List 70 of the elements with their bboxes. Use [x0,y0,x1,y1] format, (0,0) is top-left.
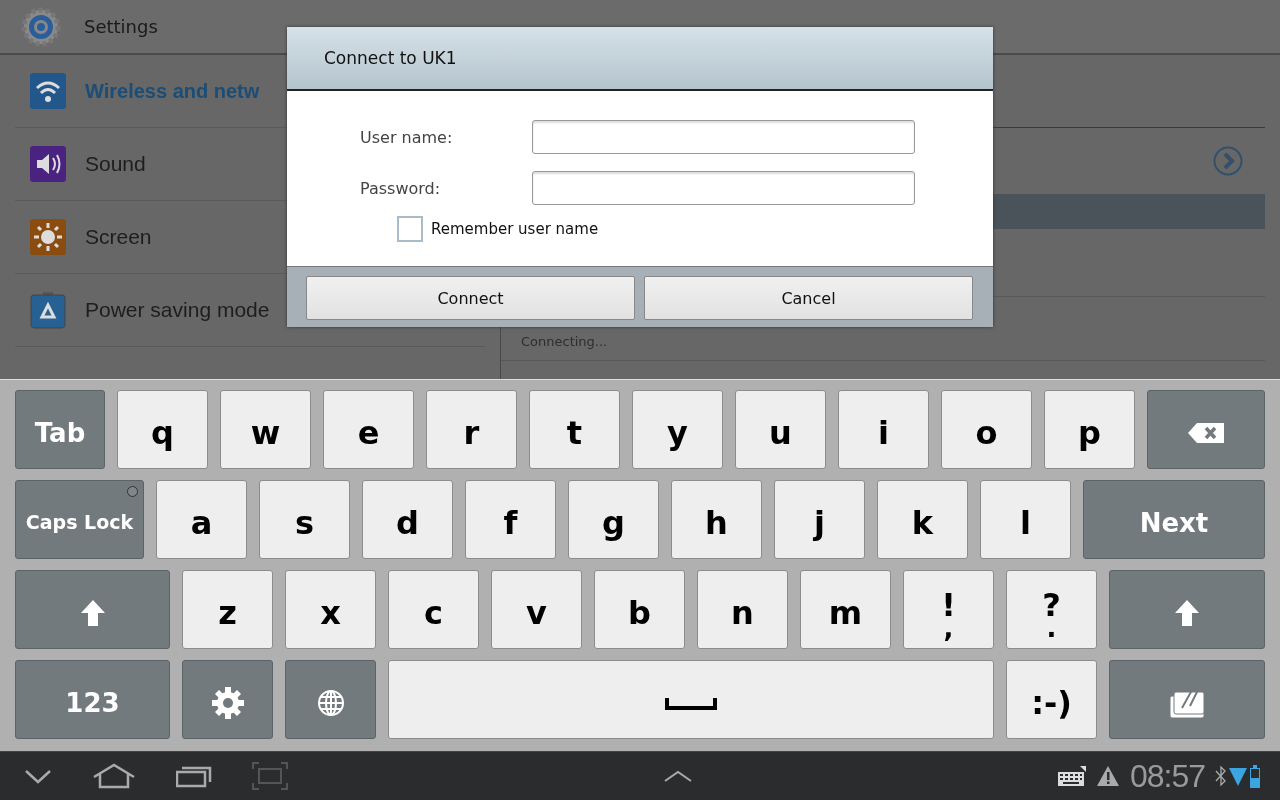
key[interactable]: g [568,480,659,559]
bluetooth-icon [1215,765,1226,787]
wifi-signal-icon [1229,766,1247,786]
home-icon[interactable] [92,763,136,789]
key[interactable]: Tab [15,390,105,469]
key[interactable]: r [426,390,517,469]
key[interactable]: n [697,570,788,649]
shift-arrow-icon [79,598,106,627]
space-bar-icon [665,695,717,710]
key[interactable]: Caps Lock [15,480,144,559]
key[interactable]: 123 [15,660,170,739]
shift-key[interactable] [1109,570,1265,649]
backspace-icon [1186,420,1226,445]
chevron-down-icon[interactable] [24,768,52,784]
key[interactable]: c [388,570,479,649]
settings-key[interactable] [182,660,273,739]
dialog-button[interactable]: Connect [306,276,635,320]
field-label: Password: [360,178,442,198]
key[interactable]: ? . [1006,570,1097,649]
key[interactable]: Next [1083,480,1265,559]
wifi-icon [29,72,67,110]
key[interactable]: k [877,480,968,559]
key[interactable]: o [941,390,1032,469]
field-label: User name: [360,127,454,147]
keyboard-icon[interactable] [1057,766,1086,786]
status-text: Connecting... [521,334,608,349]
caret-up-icon[interactable] [662,769,693,783]
gear-icon [20,5,62,48]
key[interactable]: y [632,390,723,469]
app-title: Settings [84,16,158,37]
key[interactable]: p [1044,390,1135,469]
backspace-key[interactable] [1147,390,1265,469]
key[interactable]: u [735,390,826,469]
key[interactable]: f [465,480,556,559]
checkbox[interactable] [397,216,423,242]
recent-apps-icon[interactable] [176,764,212,788]
key[interactable]: z [182,570,273,649]
space-key[interactable] [388,660,994,739]
battery-icon [1250,764,1260,788]
key[interactable]: b [594,570,685,649]
gear-icon [210,685,245,720]
clipboard-key[interactable] [1109,660,1265,739]
dialog-button[interactable]: Cancel [644,276,973,320]
input-field[interactable] [532,120,915,154]
input-field[interactable] [532,171,915,205]
key[interactable]: x [285,570,376,649]
key[interactable]: t [529,390,620,469]
key[interactable]: s [259,480,350,559]
key[interactable]: w [220,390,311,469]
clock-time: 08:57 [1129,757,1205,795]
key[interactable]: l [980,480,1071,559]
key[interactable]: v [491,570,582,649]
key[interactable]: h [671,480,762,559]
key[interactable]: a [156,480,247,559]
sun-icon [29,218,67,256]
key[interactable]: m [800,570,891,649]
key[interactable]: j [774,480,865,559]
key[interactable]: ! , [903,570,994,649]
key[interactable]: :-) [1006,660,1097,739]
warning-icon[interactable] [1095,765,1120,787]
shift-arrow-icon [1174,598,1200,627]
speaker-icon [29,145,67,183]
key[interactable]: i [838,390,929,469]
shift-key[interactable] [15,570,170,649]
language-key[interactable] [285,660,376,739]
key[interactable]: q [117,390,208,469]
key[interactable]: d [362,480,453,559]
globe-icon [316,688,345,717]
recycle-battery-icon [29,291,67,329]
key[interactable]: e [323,390,414,469]
